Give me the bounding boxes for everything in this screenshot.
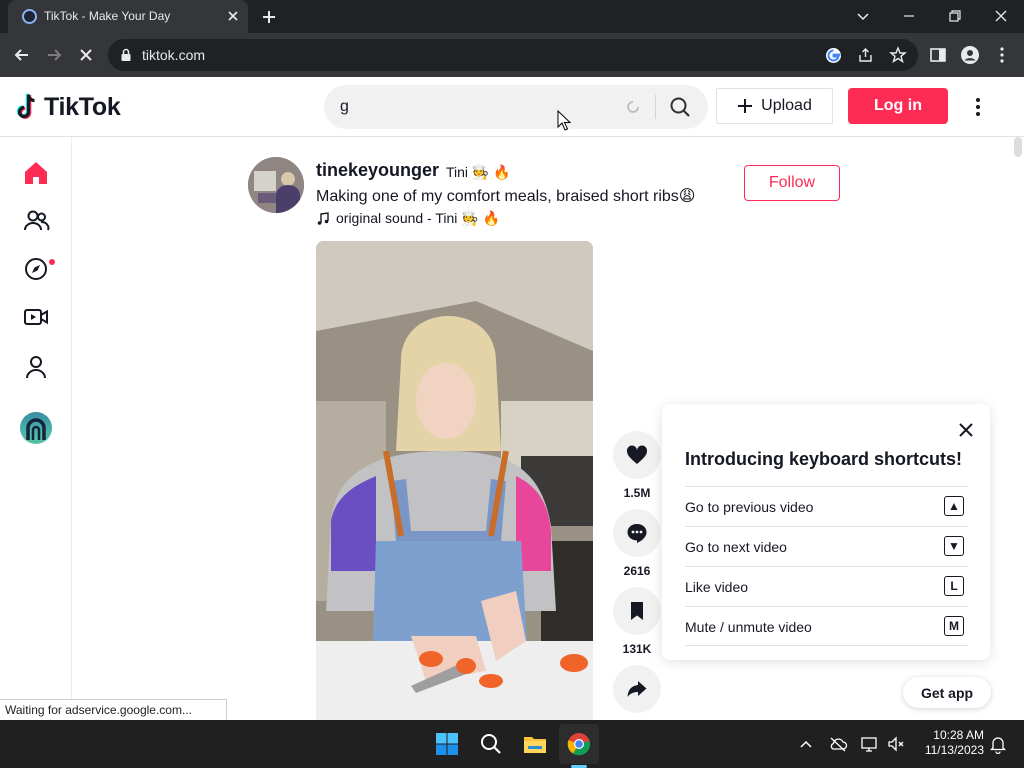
- clock-date: 11/13/2023: [924, 743, 984, 757]
- bookmark-icon: [631, 602, 643, 620]
- comment-bubble-icon: [627, 524, 647, 543]
- like-button[interactable]: [613, 431, 661, 479]
- upload-label: Upload: [761, 97, 812, 114]
- search-box[interactable]: [324, 85, 708, 129]
- follow-button[interactable]: Follow: [744, 165, 840, 201]
- mouse-cursor-icon: [557, 110, 571, 132]
- video-caption: Making one of my comfort meals, braised …: [316, 188, 696, 205]
- author-nickname: Tini 🧑‍🍳 🔥: [446, 164, 511, 180]
- get-app-button[interactable]: Get app: [903, 677, 991, 708]
- windows-start-icon[interactable]: [435, 732, 459, 756]
- keyboard-shortcuts-popup: Introducing keyboard shortcuts! Go to pr…: [662, 404, 990, 660]
- shortcut-label: Go to next video: [685, 539, 787, 555]
- browser-tab[interactable]: TikTok - Make Your Day: [8, 0, 248, 33]
- tab-search-chevron-icon[interactable]: [853, 6, 873, 26]
- shortcut-row: Go to next video ▼: [685, 526, 968, 566]
- share-arrow-icon: [627, 681, 647, 697]
- back-arrow-icon[interactable]: [12, 45, 32, 65]
- google-lens-icon[interactable]: [825, 47, 842, 64]
- forward-arrow-icon[interactable]: [44, 45, 64, 65]
- share-button[interactable]: [613, 665, 661, 713]
- save-button[interactable]: [613, 587, 661, 635]
- following-icon[interactable]: [22, 207, 50, 235]
- creator-avatar[interactable]: [20, 412, 52, 444]
- close-icon[interactable]: [956, 420, 976, 440]
- system-clock[interactable]: 10:28 AM 11/13/2023: [910, 728, 984, 758]
- close-window-icon[interactable]: [991, 6, 1011, 26]
- restore-icon[interactable]: [945, 6, 965, 26]
- address-bar[interactable]: tiktok.com: [108, 39, 918, 71]
- shortcut-label: Like video: [685, 579, 749, 595]
- comment-button[interactable]: [613, 509, 661, 557]
- left-sidebar: [0, 137, 72, 720]
- volume-muted-icon[interactable]: [886, 734, 906, 754]
- author-username[interactable]: tinekeyounger: [316, 160, 439, 181]
- video-player[interactable]: [316, 241, 593, 720]
- key-down-icon: ▼: [944, 536, 964, 556]
- sound-title: original sound - Tini 🧑‍🍳 🔥: [336, 210, 501, 226]
- stop-loading-icon[interactable]: [76, 45, 96, 65]
- home-icon[interactable]: [22, 159, 50, 187]
- video-frame: [316, 241, 593, 720]
- more-options-icon[interactable]: [966, 95, 990, 119]
- shortcut-label: Go to previous video: [685, 499, 814, 515]
- shortcut-label: Mute / unmute video: [685, 619, 812, 635]
- shortcut-row: Mute / unmute video M: [685, 606, 968, 646]
- clock-time: 10:28 AM: [933, 728, 984, 742]
- taskbar-search-icon[interactable]: [479, 732, 503, 756]
- tiktok-favicon-icon: [22, 9, 37, 24]
- site-header: TikTok Upload Log in: [0, 77, 1024, 137]
- key-l-icon: L: [944, 576, 964, 596]
- heart-icon: [626, 445, 648, 464]
- key-m-icon: M: [944, 616, 964, 636]
- page-scrollbar[interactable]: [1014, 137, 1022, 157]
- profile-person-icon[interactable]: [22, 353, 50, 381]
- chrome-icon[interactable]: [567, 732, 591, 756]
- tab-title: TikTok - Make Your Day: [44, 9, 171, 23]
- browser-status-bubble: Waiting for adservice.google.com...: [0, 699, 227, 720]
- profile-icon[interactable]: [960, 45, 980, 65]
- share-icon[interactable]: [857, 47, 874, 64]
- comment-count: 2616: [623, 564, 651, 578]
- author-avatar[interactable]: [248, 157, 304, 213]
- like-count: 1.5M: [623, 486, 651, 500]
- url-text: tiktok.com: [142, 47, 206, 63]
- file-explorer-icon[interactable]: [523, 732, 547, 756]
- shortcut-row: Go to previous video ▲: [685, 486, 968, 526]
- shortcuts-title: Introducing keyboard shortcuts!: [685, 449, 963, 469]
- cloud-offline-icon[interactable]: [828, 734, 848, 754]
- plus-icon: [737, 98, 753, 114]
- shortcut-row: Like video L: [685, 566, 968, 606]
- live-video-icon[interactable]: [22, 303, 50, 331]
- explore-compass-icon[interactable]: [22, 255, 50, 283]
- tab-close-icon[interactable]: [224, 7, 242, 25]
- search-icon[interactable]: [668, 95, 692, 119]
- new-tab-icon[interactable]: [259, 7, 279, 27]
- search-divider: [655, 95, 656, 119]
- windows-taskbar: 10:28 AM 11/13/2023: [0, 720, 1024, 768]
- music-note-icon: [316, 211, 330, 226]
- tiktok-note-icon: [16, 93, 40, 121]
- browser-toolbar: tiktok.com: [0, 33, 1024, 77]
- login-button[interactable]: Log in: [848, 88, 948, 124]
- tray-chevron-icon[interactable]: [796, 734, 816, 754]
- loading-spinner-icon: [626, 100, 640, 114]
- logo-text: TikTok: [44, 92, 121, 121]
- browser-menu-icon[interactable]: [992, 45, 1012, 65]
- lock-icon[interactable]: [120, 48, 132, 62]
- network-icon[interactable]: [860, 734, 880, 754]
- key-up-icon: ▲: [944, 496, 964, 516]
- minimize-icon[interactable]: [899, 6, 919, 26]
- browser-tab-strip: TikTok - Make Your Day: [0, 0, 1024, 33]
- upload-button[interactable]: Upload: [716, 88, 833, 124]
- save-count: 131K: [622, 642, 652, 656]
- sound-link[interactable]: original sound - Tini 🧑‍🍳 🔥: [316, 210, 500, 227]
- notification-dot: [49, 259, 55, 265]
- tiktok-logo[interactable]: TikTok: [16, 91, 121, 123]
- bookmark-star-icon[interactable]: [889, 46, 907, 64]
- side-panel-icon[interactable]: [928, 45, 948, 65]
- notification-bell-icon[interactable]: [988, 734, 1008, 754]
